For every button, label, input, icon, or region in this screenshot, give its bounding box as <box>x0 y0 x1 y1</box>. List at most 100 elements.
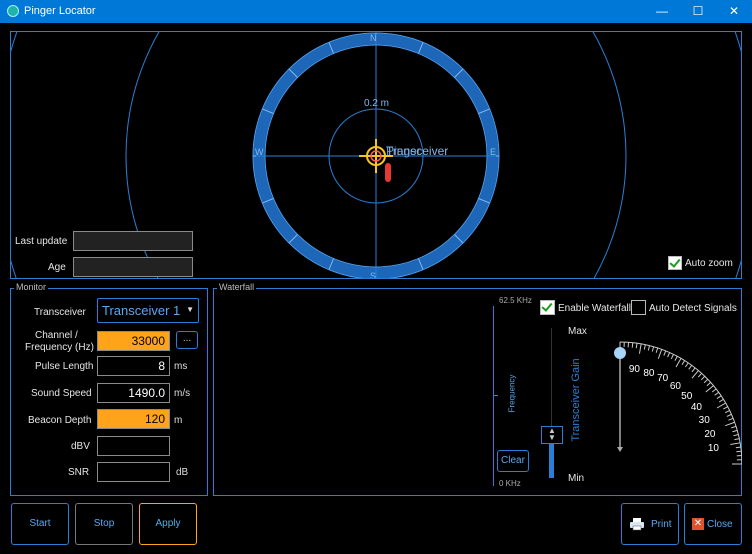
dial-tick <box>647 345 650 351</box>
gain-slider-fill <box>549 444 554 478</box>
dial-tick <box>703 378 709 384</box>
dial-tick <box>643 344 646 350</box>
window-title: Pinger Locator <box>24 5 96 17</box>
pinger-label: Pinger <box>386 144 421 158</box>
dial-tick-label: 20 <box>704 428 716 440</box>
channel-label-line2: Frequency (Hz) <box>25 342 94 353</box>
dial-tick <box>735 446 741 449</box>
auto-zoom-label: Auto zoom <box>685 258 733 269</box>
transceiver-label: Transceiver <box>34 307 86 318</box>
printer-icon <box>630 518 644 531</box>
dial-tick <box>723 406 728 410</box>
sound-speed-field[interactable]: 1490.0 <box>97 383 170 403</box>
radar-panel[interactable]: N S E W 0.2 m Transceiver Pinger Last up… <box>10 31 742 279</box>
beacon-depth-field[interactable]: 120 <box>97 409 170 429</box>
close-button[interactable]: ✕ Close <box>684 503 742 545</box>
compass-south: S <box>370 271 376 278</box>
title-bar: Pinger Locator — ☐ ✕ <box>0 0 752 23</box>
close-icon: ✕ <box>692 518 704 530</box>
dial-tick-label: 10 <box>707 443 719 455</box>
age-field <box>73 257 193 277</box>
gain-min-label: Min <box>568 473 585 484</box>
clear-button[interactable]: Clear <box>497 450 529 472</box>
minimize-button[interactable]: — <box>644 0 680 23</box>
snr-field <box>97 462 170 482</box>
close-window-button[interactable]: ✕ <box>716 0 752 23</box>
dial-tick <box>655 347 659 353</box>
dial-tick-label: 50 <box>681 390 693 402</box>
start-button[interactable]: Start <box>11 503 69 545</box>
dial-arc <box>619 341 742 465</box>
threshold-dial[interactable] <box>600 340 742 470</box>
top-frequency-label: 62.5 KHz <box>499 296 532 305</box>
pulse-length-field[interactable]: 8 <box>97 356 170 376</box>
dial-tick <box>705 385 714 393</box>
dial-ticks <box>619 341 742 465</box>
dial-tick <box>691 370 699 379</box>
dial-tick <box>667 352 671 358</box>
close-label: Close <box>707 519 733 530</box>
channel-label: Channel / <box>35 330 78 341</box>
dial-tick <box>724 410 730 414</box>
dial-tick <box>700 375 706 381</box>
dial-tick <box>638 343 642 354</box>
compass-north: N <box>370 33 377 43</box>
dial-tick <box>718 398 724 403</box>
transceiver-select-value: Transceiver 1 <box>102 303 181 318</box>
auto-detect-checkbox[interactable] <box>631 300 646 315</box>
dial-tick <box>716 395 722 399</box>
dial-tick <box>657 349 663 359</box>
dial-tick <box>733 434 739 437</box>
gain-max-label: Max <box>568 326 587 337</box>
dial-tick <box>728 417 734 421</box>
snr-unit: dB <box>176 467 189 478</box>
app-icon <box>7 5 19 17</box>
dial-tick <box>725 421 735 427</box>
dial-tick <box>651 346 655 352</box>
dial-tick-label: 30 <box>698 414 710 426</box>
print-button[interactable]: Print <box>621 503 679 545</box>
apply-button[interactable]: Apply <box>139 503 197 545</box>
channel-field[interactable]: 33000 <box>97 331 170 351</box>
sound-speed-label: Sound Speed <box>31 388 92 399</box>
dbv-field <box>97 436 170 456</box>
dial-tick-label: 60 <box>669 381 681 393</box>
dial-tick <box>730 442 741 446</box>
dial-tick <box>716 402 726 409</box>
dial-tick <box>670 354 674 360</box>
dial-tick <box>734 438 740 441</box>
dial-tick-label: 90 <box>628 364 640 376</box>
dial-tick <box>681 360 686 366</box>
monitor-title: Monitor <box>14 282 49 292</box>
waterfall-title: Waterfall <box>217 282 257 292</box>
last-update-label: Last update <box>15 236 68 247</box>
beacon-depth-unit: m <box>174 415 183 426</box>
dial-tick <box>663 350 667 356</box>
dial-tick <box>706 381 711 387</box>
channel-browse-button[interactable]: ... <box>176 331 198 349</box>
dial-tick <box>685 362 689 368</box>
transceiver-select[interactable]: Transceiver 1 ▼ <box>97 298 199 323</box>
dial-tick <box>697 373 703 378</box>
auto-zoom-checkbox[interactable] <box>668 256 682 270</box>
range-label: 0.2 m <box>364 98 389 109</box>
dial-knob[interactable] <box>614 347 626 359</box>
dial-tick <box>691 367 696 373</box>
dial-tick <box>688 365 693 370</box>
dial-tick <box>731 425 737 429</box>
maximize-button[interactable]: ☐ <box>680 0 716 23</box>
dial-tick <box>736 450 742 453</box>
dial-tick <box>714 391 719 396</box>
enable-waterfall-checkbox[interactable] <box>540 300 555 315</box>
pulse-length-label: Pulse Length <box>35 361 94 372</box>
stop-button[interactable]: Stop <box>75 503 133 545</box>
gain-label: Transceiver Gain <box>570 358 582 442</box>
dial-tick <box>674 356 678 361</box>
print-label: Print <box>651 519 672 530</box>
gain-slider-thumb[interactable]: ▲ ▼ <box>541 426 563 444</box>
last-update-field <box>73 231 193 251</box>
compass-west: W <box>255 147 264 157</box>
auto-detect-label: Auto Detect Signals <box>649 303 737 314</box>
compass-east: E <box>490 147 496 157</box>
age-label: Age <box>48 262 66 273</box>
